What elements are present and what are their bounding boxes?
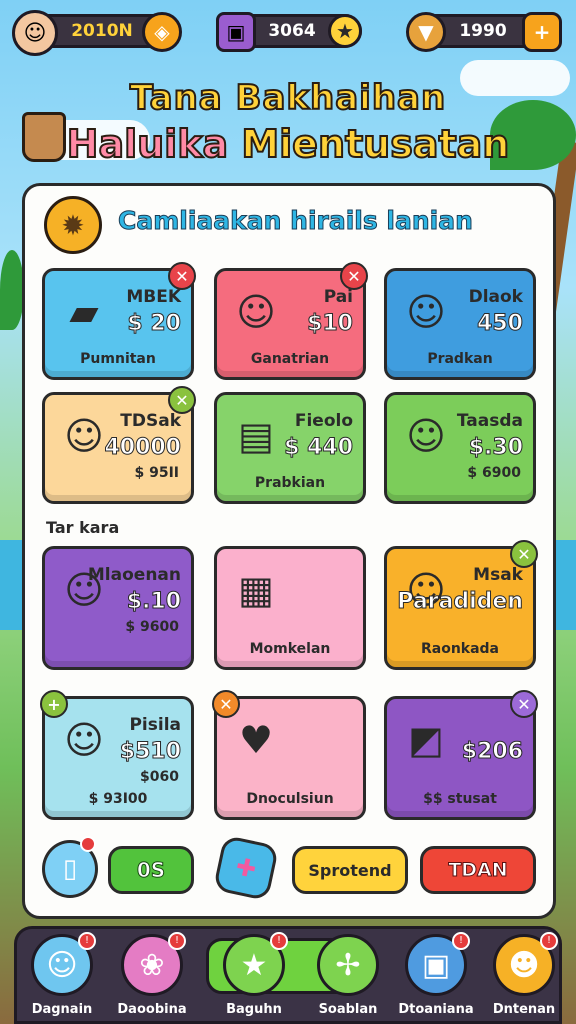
close-icon[interactable]: ✕ bbox=[510, 690, 538, 718]
map-scroll-icon: ▤ bbox=[238, 414, 274, 458]
card-subtitle: Prabkian bbox=[254, 475, 326, 491]
sun-medal-icon: ✹ bbox=[44, 196, 102, 254]
subtitle-part-b: Mientusatan bbox=[240, 121, 510, 167]
energy-value: 1990 bbox=[459, 21, 507, 41]
coins-value: 2010N bbox=[71, 21, 133, 41]
boy-avatar-icon[interactable]: ☺ bbox=[12, 10, 58, 56]
notification-dot: ! bbox=[540, 932, 558, 950]
card-secondary-price: $060 bbox=[140, 769, 179, 785]
nav-label: Dtoaniana bbox=[398, 1002, 474, 1017]
card-name: Msak bbox=[473, 565, 523, 585]
notification-dot: ! bbox=[270, 932, 288, 950]
nav-label: Soablan bbox=[318, 1002, 378, 1017]
nav-item[interactable]: ✢ Soablan bbox=[300, 934, 396, 1024]
card-name: TDSak bbox=[120, 411, 181, 431]
card-name: Pai bbox=[323, 287, 353, 307]
card-price: $10 bbox=[307, 311, 354, 337]
card-price: Paradiden bbox=[397, 589, 524, 615]
card-subtitle: Dnoculsiun bbox=[246, 791, 334, 807]
nav-item[interactable]: ★! Baguhn bbox=[206, 932, 302, 1024]
card-subtitle: Pradkan bbox=[427, 351, 493, 367]
cheese-block-icon: ▰ bbox=[69, 290, 99, 334]
water bbox=[0, 540, 22, 630]
shop-card[interactable]: ☺ Pisila $510 $060 $ 93I00 bbox=[42, 696, 194, 820]
boy-character-icon: ☺ bbox=[236, 290, 276, 334]
card-name: MBEK bbox=[126, 287, 181, 307]
close-icon[interactable]: ✕ bbox=[212, 690, 240, 718]
shop-card[interactable]: ◩ $206 $$ stusat bbox=[384, 696, 536, 820]
plus-icon[interactable]: + bbox=[522, 12, 562, 52]
card-name: Fieolo bbox=[294, 411, 353, 431]
card-price: $206 bbox=[461, 739, 523, 765]
boy-character-icon: ☺ bbox=[406, 290, 446, 334]
shop-card[interactable]: ☺ Msak Paradiden Raonkada bbox=[384, 546, 536, 670]
card-subtitle: $$ stusat bbox=[423, 791, 497, 807]
section-label: Tar kara bbox=[46, 518, 120, 537]
close-icon[interactable]: ✕ bbox=[340, 262, 368, 290]
card-subtitle: Momkelan bbox=[249, 641, 331, 657]
gift-cards-icon: ▦ bbox=[238, 568, 274, 612]
shop-card[interactable]: ▦ Momkelan bbox=[214, 546, 366, 670]
nav-item[interactable]: ❀! Daoobina bbox=[104, 932, 200, 1024]
card-name: Pisila bbox=[129, 715, 181, 735]
card-price: 450 bbox=[477, 311, 524, 337]
nav-item[interactable]: ☻! Dntenan bbox=[476, 932, 572, 1024]
plus-icon[interactable]: + bbox=[40, 690, 68, 718]
shop-card[interactable]: ☺ Mlaoenan $.10 $ 9600 bbox=[42, 546, 194, 670]
shop-card[interactable]: ♥ Dnoculsiun bbox=[214, 696, 366, 820]
ice-cream-icon: ▼ bbox=[406, 12, 446, 52]
os-button[interactable]: 0S bbox=[108, 846, 194, 894]
palm-leaf bbox=[0, 250, 24, 330]
heart-icon: ♥ bbox=[238, 718, 274, 762]
notification-dot: ! bbox=[168, 932, 186, 950]
card-price: 40000 bbox=[104, 435, 182, 461]
nav-item[interactable]: ▣! Dtoaniana bbox=[388, 932, 484, 1024]
nav-label: Daoobina bbox=[117, 1002, 187, 1017]
close-icon[interactable]: ✕ bbox=[168, 386, 196, 414]
notification-dot: ! bbox=[78, 932, 96, 950]
card-secondary-price: $ 6900 bbox=[467, 465, 521, 481]
card-price: $.10 bbox=[126, 589, 181, 615]
game-subtitle: Haluika Mientusatan bbox=[0, 121, 576, 167]
card-secondary-price: $ 95II bbox=[134, 465, 179, 481]
tablet-icon: ◩ bbox=[408, 718, 444, 762]
notification-dot bbox=[80, 836, 96, 852]
star-icon: ★ bbox=[328, 14, 362, 48]
close-icon[interactable]: ✕ bbox=[510, 540, 538, 568]
shop-card[interactable]: ▤ Fieolo $ 440 Prabkian bbox=[214, 392, 366, 504]
tdan-button[interactable]: TDAN bbox=[420, 846, 536, 894]
card-name: Dlaok bbox=[468, 287, 523, 307]
nav-label: Baguhn bbox=[226, 1002, 282, 1017]
card-name: Taasda bbox=[456, 411, 523, 431]
card-subtitle: $ 93I00 bbox=[88, 791, 148, 807]
nav-item[interactable]: ☺! Dagnain bbox=[14, 932, 110, 1024]
shop-card[interactable]: ☺ Taasda $.30 $ 6900 bbox=[384, 392, 536, 504]
nav-label: Dntenan bbox=[492, 1002, 556, 1017]
card-name: Mlaoenan bbox=[87, 565, 181, 585]
boy-character-icon: ☺ bbox=[406, 414, 446, 458]
treasure-chest-icon: ▣ bbox=[216, 12, 256, 52]
game-title: Tana Bakhaihan bbox=[129, 77, 447, 119]
water bbox=[556, 540, 576, 630]
shield-coin-icon: ◈ bbox=[142, 12, 182, 52]
subtitle-part-a: Haluika bbox=[66, 121, 242, 167]
boy-character-icon: ☺ bbox=[64, 718, 104, 762]
notification-dot: ! bbox=[452, 932, 470, 950]
card-subtitle: Raonkada bbox=[420, 641, 500, 657]
cross-star-icon: ✢ bbox=[317, 934, 379, 996]
gems-value: 3064 bbox=[268, 21, 316, 41]
card-subtitle: Ganatrian bbox=[250, 351, 330, 367]
top-bar: 2010N ☺ ◈ 3064 ▣ ★ 1990 ▼ + bbox=[10, 8, 566, 56]
card-secondary-price: $ 9600 bbox=[125, 619, 179, 635]
shop-card[interactable]: ☺ Dlaok 450 Pradkan bbox=[384, 268, 536, 380]
card-price: $510 bbox=[119, 739, 181, 765]
nav-label: Dagnain bbox=[31, 1002, 93, 1017]
card-price: $ 440 bbox=[284, 435, 354, 461]
sprotend-button[interactable]: Sprotend bbox=[292, 846, 408, 894]
card-price: $.30 bbox=[468, 435, 523, 461]
close-icon[interactable]: ✕ bbox=[168, 262, 196, 290]
panel-heading: Camliaakan hirails lanian bbox=[118, 206, 474, 236]
card-price: $ 20 bbox=[127, 311, 182, 337]
card-subtitle: Pumnitan bbox=[80, 351, 156, 367]
